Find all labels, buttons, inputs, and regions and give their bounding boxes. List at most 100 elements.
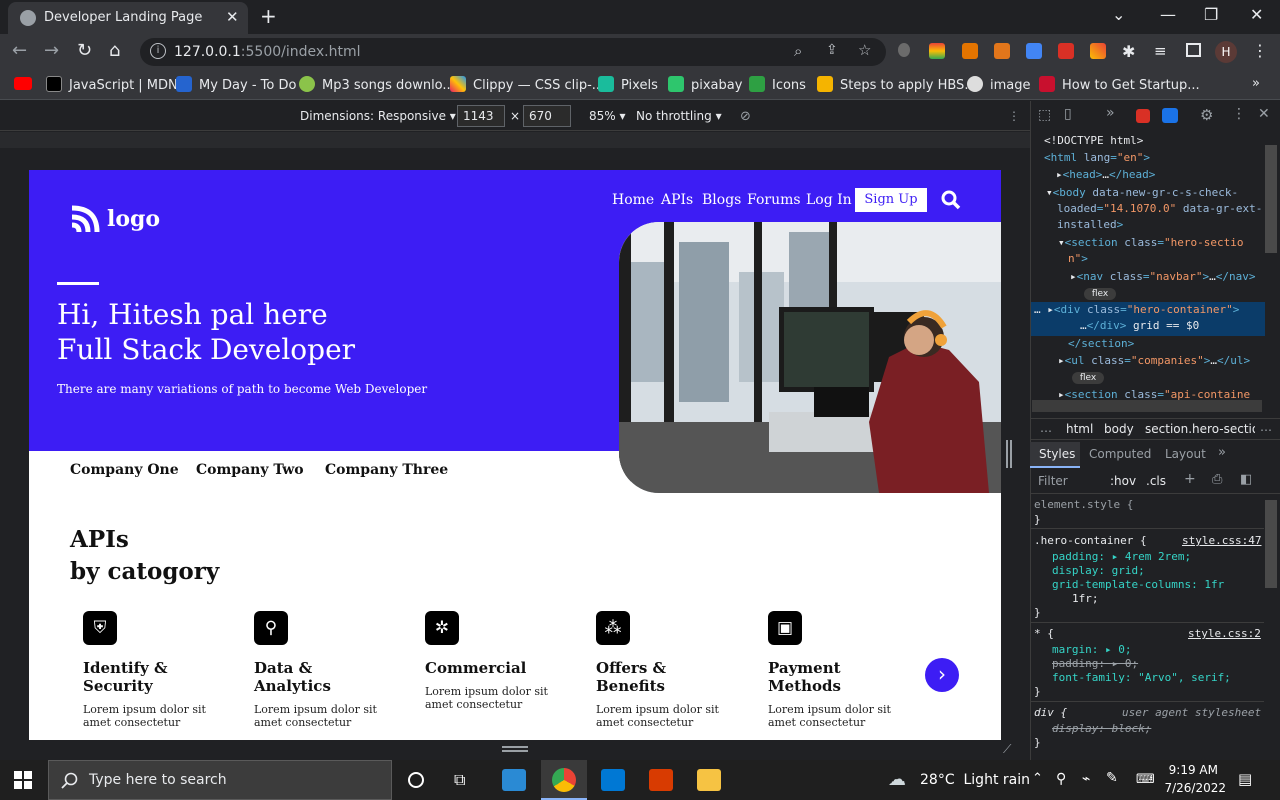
pen-icon[interactable]: ✎ — [1106, 770, 1118, 786]
rule1-selector[interactable]: .hero-container { — [1034, 534, 1147, 547]
translate-icon[interactable] — [1026, 43, 1042, 59]
hov-toggle[interactable]: :hov — [1110, 474, 1136, 488]
dom-body[interactable]: ▾<body data-new-gr-c-s-check- — [1046, 186, 1238, 199]
power-icon[interactable]: ⌁ — [1082, 771, 1090, 787]
rule3-selector[interactable]: div { — [1034, 706, 1067, 719]
rule1-source-link[interactable]: style.css:47 — [1182, 534, 1261, 547]
horizontal-scrollbar[interactable] — [1032, 400, 1262, 412]
tab-computed[interactable]: Computed — [1089, 447, 1151, 461]
reload-icon[interactable]: ↻ — [77, 40, 92, 61]
breadcrumb-section[interactable]: section.hero-section — [1145, 422, 1255, 436]
rotate-icon[interactable]: ⊘ — [740, 109, 751, 124]
device-menu-icon[interactable]: ⋮ — [1008, 109, 1020, 123]
api-card-offers[interactable]: ⁂ Offers & Benefits Lorem ipsum dolor si… — [583, 611, 733, 729]
nav-login[interactable]: Log In — [806, 192, 852, 208]
api-card-commercial[interactable]: ✲ Commercial Lorem ipsum dolor sit amet … — [412, 611, 562, 711]
puzzle-icon[interactable]: ✱ — [1122, 42, 1135, 61]
chevron-up-icon[interactable]: ⌃ — [1032, 771, 1043, 786]
color-picker-icon[interactable] — [1090, 43, 1106, 59]
forward-icon[interactable]: → — [44, 40, 59, 61]
api-card-payment[interactable]: ▣ Payment Methods Lorem ipsum dolor sit … — [755, 611, 905, 729]
back-icon[interactable]: ← — [12, 40, 27, 61]
file-explorer-icon[interactable] — [697, 769, 721, 791]
nav-blogs[interactable]: Blogs — [702, 192, 741, 208]
chevron-down-icon[interactable]: ⌄ — [1112, 5, 1125, 24]
bookmark-hbs[interactable]: Steps to apply HBS... — [817, 76, 977, 93]
flex-badge[interactable]: flex — [1084, 288, 1116, 300]
keyboard-icon[interactable]: ⌨ — [1136, 772, 1155, 787]
taskbar-search[interactable]: Type here to search — [48, 760, 392, 800]
nav-home[interactable]: Home — [612, 192, 654, 208]
task-view-icon[interactable]: ⧉ — [454, 770, 465, 790]
home-icon[interactable]: ⌂ — [109, 40, 120, 61]
weather-icon[interactable]: ☁ — [888, 769, 906, 790]
menu-icon[interactable]: ⋮ — [1252, 41, 1268, 60]
rule1-padding[interactable]: padding: ▸ 4rem 2rem; — [1052, 550, 1191, 563]
dom-nav[interactable]: ▸<nav class="navbar">…</nav> — [1070, 270, 1255, 283]
close-window-button[interactable]: ✕ — [1250, 5, 1263, 24]
bookmark-mdn[interactable]: JavaScript | MDN — [46, 76, 178, 93]
restore-button[interactable]: ❐ — [1204, 5, 1218, 24]
bookmark-image[interactable]: image — [967, 76, 1031, 93]
element-style-rule[interactable]: element.style { — [1034, 498, 1133, 511]
extension-icon[interactable] — [929, 43, 945, 59]
width-input[interactable]: 1143 — [457, 105, 505, 127]
dom-ul[interactable]: ▸<ul class="companies">…</ul> — [1058, 354, 1250, 367]
vertical-scrollbar[interactable] — [1265, 145, 1277, 253]
settings-gear-icon[interactable]: ⚙ — [1200, 106, 1213, 124]
bookmark-pixels[interactable]: Pixels — [598, 76, 658, 93]
dom-html[interactable]: <html lang="en"> — [1044, 151, 1150, 164]
dom-head[interactable]: ▸<head>…</head> — [1056, 168, 1155, 181]
bookmark-pixabay[interactable]: pixabay — [668, 76, 742, 93]
media-icon[interactable]: ≡ — [1154, 42, 1167, 60]
clock-time[interactable]: 9:19 AM — [1168, 763, 1218, 777]
info-icon[interactable]: i — [150, 43, 166, 59]
rule1-grid-columns[interactable]: grid-template-columns: 1fr — [1052, 578, 1224, 591]
weather-text[interactable]: 28°C Light rain — [920, 772, 1030, 788]
zoom-select[interactable]: 85% ▾ — [589, 109, 626, 123]
bookmark-icons[interactable]: Icons — [749, 76, 806, 93]
bookmark-mp3[interactable]: Mp3 songs downlo... — [299, 76, 455, 93]
devtools-menu-icon[interactable]: ⋮ — [1232, 106, 1246, 122]
more-tabs-icon[interactable]: » — [1106, 105, 1115, 121]
mail-icon[interactable] — [502, 769, 526, 791]
cls-toggle[interactable]: .cls — [1146, 474, 1166, 488]
device-toggle-icon[interactable]: ▯ — [1064, 106, 1072, 122]
rule2-padding[interactable]: padding: ▸ 0; — [1052, 657, 1138, 670]
breadcrumb-body[interactable]: body — [1104, 422, 1134, 436]
resize-corner-icon[interactable]: ⟋ — [1003, 742, 1011, 757]
search-icon[interactable] — [941, 190, 961, 210]
windows-start-icon[interactable] — [14, 771, 32, 789]
rule2-source-link[interactable]: style.css:2 — [1188, 627, 1261, 640]
inspect-icon[interactable]: ⬚ — [1038, 107, 1051, 123]
zoom-icon[interactable]: ⌕ — [794, 42, 802, 60]
issues-badge-icon[interactable] — [1162, 108, 1178, 123]
more-style-tabs-icon[interactable]: » — [1218, 445, 1226, 460]
rule2-selector[interactable]: * { — [1034, 627, 1054, 640]
styles-scrollbar[interactable] — [1265, 500, 1277, 588]
logo[interactable]: logo — [69, 204, 160, 234]
network-tray-icon[interactable]: ⚲ — [1056, 771, 1066, 787]
dom-doctype[interactable]: <!DOCTYPE html> — [1044, 134, 1143, 147]
rule3-display[interactable]: display: block; — [1052, 722, 1151, 735]
notifications-icon[interactable]: ▤ — [1238, 770, 1252, 788]
bookmark-startup[interactable]: How to Get Startup... — [1039, 76, 1200, 93]
new-rule-icon[interactable]: + — [1184, 471, 1196, 487]
close-devtools-icon[interactable]: ✕ — [1258, 106, 1270, 122]
resize-handle-bottom[interactable] — [502, 746, 528, 752]
share-icon[interactable]: ⇪ — [826, 42, 838, 58]
rule2-margin[interactable]: margin: ▸ 0; — [1052, 643, 1131, 656]
error-badge-icon[interactable] — [1136, 109, 1150, 123]
clock-date[interactable]: 7/26/2022 — [1164, 781, 1226, 795]
rule2-font-family[interactable]: font-family: "Arvo", serif; — [1052, 671, 1231, 684]
more-bookmarks-icon[interactable]: » — [1252, 76, 1260, 91]
breadcrumb-html[interactable]: html — [1066, 422, 1093, 436]
avatar[interactable]: H — [1215, 41, 1237, 63]
youtube-icon[interactable] — [14, 76, 39, 91]
extension-icon[interactable] — [898, 43, 910, 57]
dimensions-select[interactable]: Dimensions: Responsive ▾ — [300, 109, 456, 123]
close-tab-icon[interactable]: ✕ — [226, 8, 239, 26]
flex-badge[interactable]: flex — [1072, 372, 1104, 384]
nav-apis[interactable]: APIs — [661, 192, 693, 208]
bookmark-todo[interactable]: My Day - To Do — [176, 76, 296, 93]
